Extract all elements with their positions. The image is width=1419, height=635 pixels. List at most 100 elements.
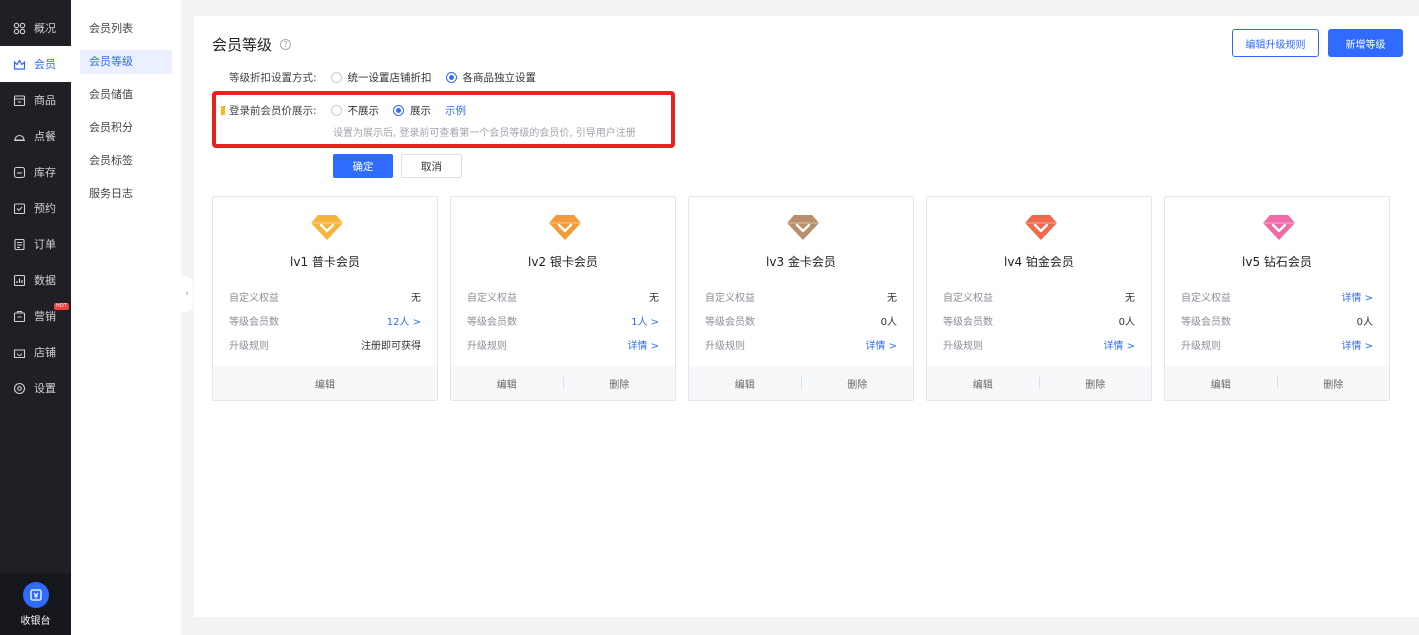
subnav-item-0[interactable]: 会员列表 [80,17,172,41]
subnav-item-4[interactable]: 会员标签 [80,149,172,173]
cashier-icon [22,581,49,608]
level-info-value: 0人 [1118,317,1135,328]
subnav-item-5[interactable]: 服务日志 [80,182,172,206]
diamond-icon [548,213,582,241]
level-info-row: 自定义权益 无 [943,289,1135,304]
level-info-link[interactable]: 详情 > [1341,337,1373,352]
level-info-label: 自定义权益 [1181,293,1231,304]
nav-item-5[interactable]: 预约 [0,190,71,226]
confirm-button[interactable]: 确定 [333,154,393,178]
level-info-label: 等级会员数 [1181,317,1231,328]
radio-label: 统一设置店铺折扣 [347,72,432,84]
edit-level-button[interactable]: 编辑 [689,376,801,391]
level-info-row: 升级规则 详情 > [1181,337,1373,352]
radio-label: 不展示 [347,105,380,117]
subnav-item-3[interactable]: 会员积分 [80,116,172,140]
level-info-link[interactable]: 详情 > [865,337,897,352]
level-info-row: 升级规则 详情 > [467,337,659,352]
level-name: lv4 铂金会员 [1004,255,1074,269]
level-name: lv5 钻石会员 [1242,255,1312,269]
nav-item-10[interactable]: 设置 [0,370,71,406]
level-info-value: 0人 [1356,317,1373,328]
settings-icon [13,382,26,395]
example-link[interactable]: 示例 [445,103,466,118]
nav-item-9[interactable]: 店铺 [0,334,71,370]
level-card: lv4 铂金会员自定义权益 无等级会员数 0人升级规则 详情 > 编辑 删除 [926,196,1152,401]
subnav-item-1[interactable]: 会员等级 [80,50,172,74]
nav-item-0[interactable]: 概况 [0,10,71,46]
level-info-link[interactable]: 详情 > [1341,289,1373,304]
inventory-icon [13,166,26,179]
nav-item-8[interactable]: 营销 HOT [0,298,71,334]
nav-item-label: 店铺 [34,346,56,359]
delete-level-button[interactable]: 删除 [1040,376,1152,391]
help-icon[interactable]: ? [280,39,292,50]
nav-item-1[interactable]: 会员 [0,46,71,82]
level-card: lv2 银卡会员 自定义权益 无等级会员数 1人 > 升级规则 详情 > 编辑 删除 [450,196,676,401]
radio-hide-price[interactable]: 不展示 [330,103,380,118]
nav-item-4[interactable]: 库存 [0,154,71,190]
nav-item-label: 会员 [34,58,56,71]
cashier-button[interactable]: 收银台 [0,573,71,635]
sub-nav: 会员列表会员等级会员储值会员积分会员标签服务日志 [71,0,181,635]
level-card: lv3 金卡会员 自定义权益 无等级会员数 0人 升级规则 详情 > 编辑 删除 [688,196,914,401]
level-info-link[interactable]: 详情 > [627,337,659,352]
nav-item-label: 库存 [34,166,56,179]
level-info-label: 自定义权益 [943,293,993,304]
cashier-label: 收银台 [20,615,51,627]
level-info-value: 无 [887,293,897,304]
level-card: lv5 钻石会员 自定义权益 详情 > 等级会员数 0人 升级规则 详情 > 编辑 删除 [1164,196,1390,401]
level-card-footer: 编辑 [213,366,437,400]
level-info-label: 升级规则 [705,341,745,352]
level-info-label: 自定义权益 [705,293,755,304]
nav-item-3[interactable]: 点餐 [0,118,71,154]
add-level-button[interactable]: 新增等级 [1328,29,1403,57]
radio-label: 各商品独立设置 [462,72,537,84]
level-info-row: 升级规则 详情 > [943,337,1135,352]
level-info-row: 等级会员数 12人 > [229,313,421,328]
level-info-row: 升级规则 注册即可获得 [229,337,421,352]
nav-item-label: 设置 [34,382,56,395]
display-hint: 设置为展示后, 登录前可查看第一个会员等级的会员价, 引导用户注册 [333,128,636,139]
delete-level-button[interactable]: 删除 [1278,376,1390,391]
cancel-button[interactable]: 取消 [401,154,462,178]
radio-unified-discount[interactable]: 统一设置店铺折扣 [330,70,432,85]
delete-level-button[interactable]: 删除 [564,376,676,391]
edit-level-button[interactable]: 编辑 [1165,376,1277,391]
crown-icon [13,58,26,71]
radio-per-product-discount[interactable]: 各商品独立设置 [445,70,537,85]
level-info-row: 自定义权益 无 [229,289,421,304]
page-title-text: 会员等级 [212,36,273,54]
edit-upgrade-rule-button[interactable]: 编辑升级规则 [1232,29,1319,57]
subnav-item-2[interactable]: 会员储值 [80,83,172,107]
chevron-left-icon: ‹ [185,289,189,299]
level-name: lv1 普卡会员 [290,255,360,269]
nav-item-6[interactable]: 订单 [0,226,71,262]
level-info-row: 等级会员数 1人 > [467,313,659,328]
edit-level-button[interactable]: 编辑 [213,376,437,391]
level-info-label: 等级会员数 [943,317,993,328]
level-info-link[interactable]: 1人 > [631,313,659,328]
nav-item-7[interactable]: 数据 [0,262,71,298]
level-card-footer: 编辑 删除 [927,366,1151,400]
radio-show-price[interactable]: 展示 [393,103,431,118]
marketing-icon [13,310,26,323]
order-icon [13,238,26,251]
level-info-row: 自定义权益 详情 > [1181,289,1373,304]
nav-item-2[interactable]: 商品 [0,82,71,118]
level-info-value: 无 [1125,293,1135,304]
level-info-link[interactable]: 12人 > [387,313,421,328]
member-price-display-label: 登录前会员价展示: [229,105,317,117]
calendar-icon [13,202,26,215]
level-info-value: 无 [649,293,659,304]
level-info-row: 等级会员数 0人 [705,313,897,328]
diamond-icon [786,213,820,241]
delete-level-button[interactable]: 删除 [802,376,914,391]
edit-level-button[interactable]: 编辑 [451,376,563,391]
level-info-label: 自定义权益 [467,293,517,304]
nav-item-label: 点餐 [34,130,56,143]
level-info-link[interactable]: 详情 > [1103,337,1135,352]
level-info-row: 升级规则 详情 > [705,337,897,352]
edit-level-button[interactable]: 编辑 [927,376,1039,391]
collapse-sidebar-button[interactable]: ‹ [181,276,193,312]
